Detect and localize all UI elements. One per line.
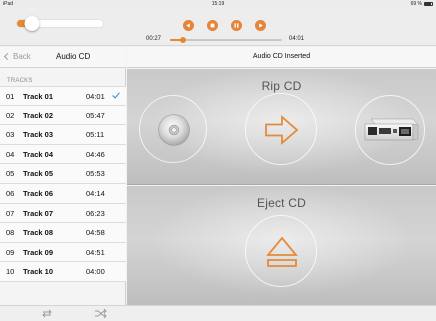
- track-number: 06: [6, 188, 15, 198]
- music-server-target: [355, 95, 425, 165]
- track-list-panel: Back Audio CD TRACKS 01 Track 01 04:01 02 Tr…: [0, 47, 126, 305]
- track-row[interactable]: 03 Track 03 05:11: [0, 125, 126, 145]
- repeat-icon[interactable]: [40, 308, 54, 319]
- nav-bar: Back Audio CD: [0, 47, 126, 68]
- checkmark-icon: [112, 90, 120, 99]
- volume-knob[interactable]: [24, 16, 40, 31]
- track-row[interactable]: 06 Track 06 04:14: [0, 183, 126, 204]
- track-name: Track 03: [23, 130, 54, 140]
- track-name: Track 10: [23, 267, 54, 277]
- track-name: Track 09: [23, 247, 54, 257]
- track-number: 10: [6, 267, 15, 277]
- elapsed-time: 00:27: [146, 36, 162, 42]
- pause-icon: [234, 23, 239, 28]
- rip-cd-title: Rip CD: [261, 79, 302, 93]
- rip-cd-panel: Rip CD: [127, 69, 436, 185]
- arrow-right-icon: [265, 115, 299, 145]
- track-duration: 04:00: [86, 267, 105, 277]
- music-server-icon: [364, 118, 419, 141]
- eject-icon: [266, 236, 298, 267]
- track-name: Track 08: [23, 228, 54, 238]
- rewind-icon: [186, 23, 190, 28]
- audio-cd-screen: iPad 15:19 69 % 00:27 04:01 Back Audio C…: [0, 0, 436, 321]
- track-row[interactable]: 05 Track 05 05:53: [0, 164, 126, 184]
- track-row[interactable]: 10 Track 10 04:00: [0, 262, 126, 282]
- track-row[interactable]: 09 Track 09 04:51: [0, 242, 126, 263]
- page-title: Audio CD: [56, 52, 91, 61]
- player-toolbar: 00:27 04:01: [0, 8, 436, 46]
- main-header-title: Audio CD Inserted: [252, 53, 311, 60]
- track-row[interactable]: 08 Track 08 04:58: [0, 223, 126, 243]
- back-button[interactable]: Back: [3, 52, 31, 61]
- fast-forward-icon: [259, 23, 263, 28]
- track-duration: 04:14: [86, 188, 105, 198]
- track-duration: 04:46: [86, 149, 105, 159]
- battery-percent: 69 %: [410, 1, 422, 7]
- track-row[interactable]: 02 Track 02 05:47: [0, 105, 126, 126]
- rip-cd-button[interactable]: [245, 93, 317, 165]
- rewind-button[interactable]: [183, 20, 194, 31]
- track-number: 07: [6, 208, 15, 218]
- track-duration: 04:58: [86, 228, 105, 238]
- status-time: 15:19: [211, 1, 225, 7]
- total-time: 04:01: [289, 36, 305, 42]
- fast-forward-button[interactable]: [255, 20, 266, 31]
- track-number: 03: [6, 130, 15, 140]
- back-label: Back: [13, 52, 31, 61]
- track-duration: 05:53: [86, 169, 105, 179]
- main-header: Audio CD Inserted: [127, 47, 436, 68]
- track-row[interactable]: 01 Track 01 04:01: [0, 86, 126, 106]
- track-row[interactable]: 04 Track 04 04:46: [0, 144, 126, 165]
- volume-slider[interactable]: [16, 16, 104, 31]
- track-duration: 04:01: [86, 92, 105, 101]
- track-name: Track 06: [23, 188, 54, 198]
- track-name: Track 04: [23, 149, 54, 159]
- track-number: 09: [6, 247, 15, 257]
- track-number: 05: [6, 169, 15, 179]
- track-number: 08: [6, 228, 15, 238]
- track-duration: 04:51: [86, 247, 105, 257]
- track-number: 02: [6, 110, 15, 120]
- shuffle-icon[interactable]: [94, 308, 108, 319]
- seek-knob[interactable]: [179, 37, 186, 43]
- seek-bar[interactable]: [170, 37, 282, 43]
- bottom-bar: [0, 305, 436, 321]
- pause-button[interactable]: [231, 20, 242, 31]
- stop-icon: [210, 23, 215, 28]
- track-row[interactable]: 07 Track 07 06:23: [0, 203, 126, 224]
- track-duration: 05:11: [86, 130, 105, 140]
- track-name: Track 01: [23, 92, 54, 101]
- track-duration: 05:47: [86, 110, 105, 120]
- eject-cd-panel: Eject CD: [127, 186, 436, 305]
- cd-icon: [158, 114, 190, 146]
- track-name: Track 05: [23, 169, 54, 179]
- track-duration: 06:23: [86, 208, 105, 218]
- track-name: Track 07: [23, 208, 54, 218]
- track-name: Track 02: [23, 110, 54, 120]
- battery-icon: [424, 2, 433, 6]
- chevron-left-icon: [3, 52, 12, 61]
- track-list: 01 Track 01 04:01 02 Track 02 05:47 03 Track 03…: [0, 86, 126, 282]
- track-number: 04: [6, 149, 15, 159]
- eject-cd-button[interactable]: [245, 215, 317, 287]
- eject-cd-title: Eject CD: [257, 196, 306, 210]
- tracks-section-header: TRACKS: [7, 78, 33, 84]
- stop-button[interactable]: [207, 20, 218, 31]
- track-number: 01: [6, 92, 15, 101]
- status-bar: iPad 15:19 69 %: [0, 0, 436, 8]
- cd-source: [139, 95, 207, 163]
